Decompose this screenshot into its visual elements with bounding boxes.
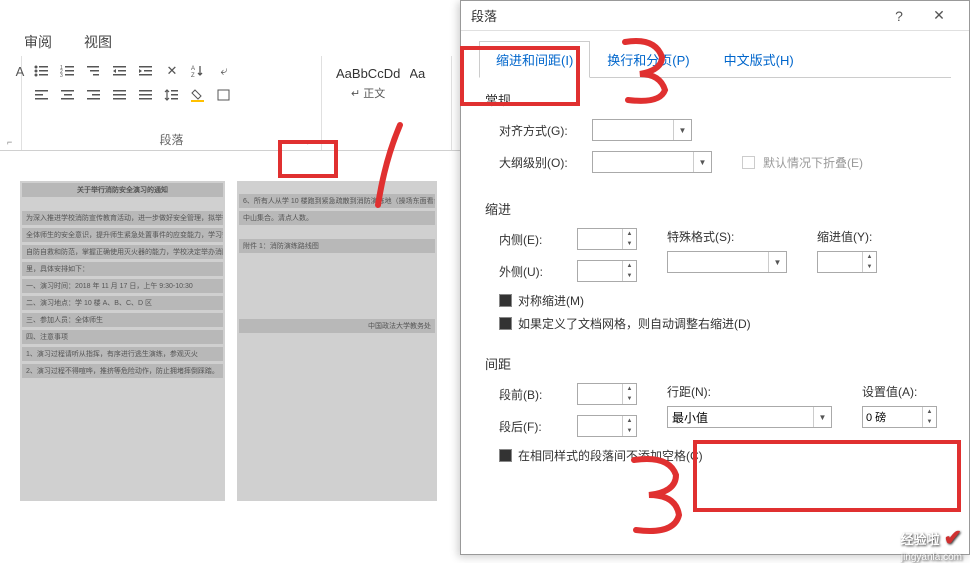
sort-button[interactable]: AZ bbox=[186, 60, 210, 82]
spin-up-icon[interactable]: ▲ bbox=[623, 416, 636, 426]
borders-button[interactable] bbox=[212, 84, 236, 106]
indent-value-spinner[interactable]: ▲▼ bbox=[817, 251, 877, 273]
menu-view[interactable]: 视图 bbox=[68, 28, 128, 56]
auto-adjust-label: 如果定义了文档网格，则自动调整右缩进(D) bbox=[518, 315, 751, 332]
same-style-checkbox[interactable] bbox=[499, 449, 512, 462]
watermark: 经验啦 ✔ jingyanla.com bbox=[901, 525, 962, 551]
outside-input[interactable] bbox=[578, 261, 622, 281]
paragraph-dialog: 段落 ? ✕ 缩进和间距(I) 换行和分页(P) 中文版式(H) 常规 对齐方式… bbox=[460, 0, 970, 555]
inside-label: 内侧(E): bbox=[499, 231, 569, 248]
before-spinner[interactable]: ▲▼ bbox=[577, 383, 637, 405]
chevron-down-icon: ▼ bbox=[768, 252, 786, 272]
spin-up-icon[interactable]: ▲ bbox=[623, 384, 636, 394]
set-value-input[interactable] bbox=[863, 407, 922, 427]
collapse-checkbox[interactable] bbox=[742, 156, 755, 169]
svg-text:A: A bbox=[191, 66, 195, 72]
spin-down-icon[interactable]: ▼ bbox=[623, 271, 636, 281]
align-center-button[interactable] bbox=[56, 84, 80, 106]
after-spinner[interactable]: ▲▼ bbox=[577, 415, 637, 437]
check-icon: ✔ bbox=[944, 525, 962, 551]
align-right-button[interactable] bbox=[82, 84, 106, 106]
spin-down-icon[interactable]: ▼ bbox=[923, 417, 936, 427]
spin-up-icon[interactable]: ▲ bbox=[623, 261, 636, 271]
svg-text:Z: Z bbox=[191, 73, 195, 78]
menu-review[interactable]: 审阅 bbox=[8, 28, 68, 56]
general-section-title: 常规 bbox=[485, 90, 945, 109]
spin-down-icon[interactable]: ▼ bbox=[863, 262, 876, 272]
show-marks-button[interactable]: ⤶ bbox=[212, 60, 236, 82]
alignment-label: 对齐方式(G): bbox=[499, 122, 584, 139]
text-direction-button[interactable]: ✕ bbox=[160, 60, 184, 82]
increase-indent-button[interactable] bbox=[134, 60, 158, 82]
dialog-title: 段落 bbox=[471, 6, 497, 25]
close-button[interactable]: ✕ bbox=[919, 2, 959, 30]
font-launcher-icon[interactable]: ⌐ bbox=[7, 137, 17, 147]
alignment-select[interactable]: ▼ bbox=[592, 119, 692, 141]
multilevel-button[interactable] bbox=[82, 60, 106, 82]
tab-chinese-layout[interactable]: 中文版式(H) bbox=[707, 41, 811, 78]
spin-down-icon[interactable]: ▼ bbox=[623, 394, 636, 404]
svg-text:3: 3 bbox=[60, 73, 63, 78]
spacing-section-title: 间距 bbox=[485, 354, 945, 373]
auto-adjust-checkbox[interactable] bbox=[499, 317, 512, 330]
after-input[interactable] bbox=[578, 416, 622, 436]
same-style-label: 在相同样式的段落间不添加空格(C) bbox=[518, 447, 703, 464]
indent-section-title: 缩进 bbox=[485, 199, 945, 218]
chevron-down-icon: ▼ bbox=[813, 407, 831, 427]
decrease-indent-button[interactable] bbox=[108, 60, 132, 82]
spin-up-icon[interactable]: ▲ bbox=[623, 229, 636, 239]
numbering-button[interactable]: 123 bbox=[56, 60, 80, 82]
help-button[interactable]: ? bbox=[879, 2, 919, 30]
outline-select[interactable]: ▼ bbox=[592, 151, 712, 173]
paragraph-group-label: 段落 bbox=[22, 131, 321, 148]
justify-button[interactable] bbox=[108, 84, 132, 106]
outside-label: 外侧(U): bbox=[499, 263, 569, 280]
line-spacing-label: 行距(N): bbox=[667, 383, 832, 400]
before-input[interactable] bbox=[578, 384, 622, 404]
outline-label: 大纲级别(O): bbox=[499, 154, 584, 171]
spin-down-icon[interactable]: ▼ bbox=[623, 239, 636, 249]
line-spacing-select[interactable]: 最小值▼ bbox=[667, 406, 832, 428]
spin-up-icon[interactable]: ▲ bbox=[863, 252, 876, 262]
distribute-button[interactable] bbox=[134, 84, 158, 106]
chevron-down-icon: ▼ bbox=[673, 120, 691, 140]
mirror-indent-label: 对称缩进(M) bbox=[518, 292, 584, 309]
shading-button[interactable] bbox=[186, 84, 210, 106]
special-format-label: 特殊格式(S): bbox=[667, 228, 787, 245]
bullets-button[interactable] bbox=[30, 60, 54, 82]
tab-line-page-breaks[interactable]: 换行和分页(P) bbox=[590, 41, 706, 78]
set-value-label: 设置值(A): bbox=[862, 383, 937, 400]
mirror-indent-checkbox[interactable] bbox=[499, 294, 512, 307]
style-heading[interactable]: Aa bbox=[410, 60, 430, 132]
special-format-select[interactable]: ▼ bbox=[667, 251, 787, 273]
set-value-spinner[interactable]: ▲▼ bbox=[862, 406, 937, 428]
style-normal[interactable]: AaBbCcDd ↵ 正文 bbox=[326, 60, 410, 132]
tab-indent-spacing[interactable]: 缩进和间距(I) bbox=[479, 41, 590, 78]
outside-spinner[interactable]: ▲▼ bbox=[577, 260, 637, 282]
before-label: 段前(B): bbox=[499, 386, 569, 403]
chevron-down-icon: ▼ bbox=[693, 152, 711, 172]
inside-input[interactable] bbox=[578, 229, 622, 249]
paragraph-launcher-icon[interactable]: ⌐ bbox=[307, 137, 317, 147]
inside-spinner[interactable]: ▲▼ bbox=[577, 228, 637, 250]
spin-up-icon[interactable]: ▲ bbox=[923, 407, 936, 417]
after-label: 段后(F): bbox=[499, 418, 569, 435]
align-left-button[interactable] bbox=[30, 84, 54, 106]
doc-title: 关于举行消防安全演习的通知 bbox=[22, 183, 223, 197]
collapse-label: 默认情况下折叠(E) bbox=[763, 154, 863, 171]
indent-value-input[interactable] bbox=[818, 252, 862, 272]
line-spacing-button[interactable] bbox=[160, 84, 184, 106]
spin-down-icon[interactable]: ▼ bbox=[623, 426, 636, 436]
indent-value-label: 缩进值(Y): bbox=[817, 228, 877, 245]
